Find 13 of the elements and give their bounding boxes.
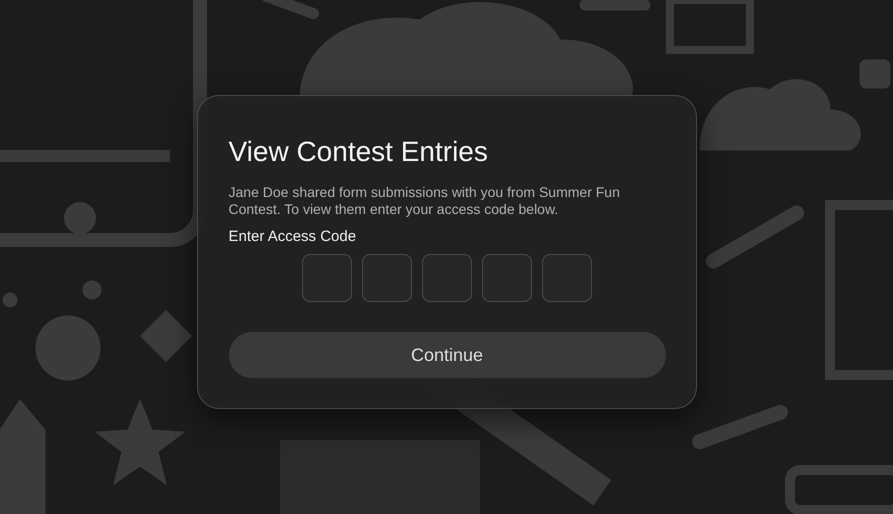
dot-shape (82, 280, 102, 300)
code-digit-field[interactable] (542, 254, 592, 302)
circle-shape (36, 316, 100, 380)
code-digit-field[interactable] (482, 254, 532, 302)
code-label: Enter Access Code (228, 228, 358, 245)
code-digit-field[interactable] (422, 254, 472, 302)
dialog-message: Jane Doe shared form submissions with you from Summer Fun Contest. To view them enter your access code below. (228, 184, 621, 218)
continue-button[interactable]: Continue (228, 332, 666, 378)
code-digit-field[interactable] (362, 254, 412, 302)
dialog-title: View Contest Entries (228, 136, 489, 168)
stroke-shape (580, 0, 650, 10)
code-digit-field[interactable] (302, 254, 352, 302)
dot-shape (2, 292, 18, 308)
